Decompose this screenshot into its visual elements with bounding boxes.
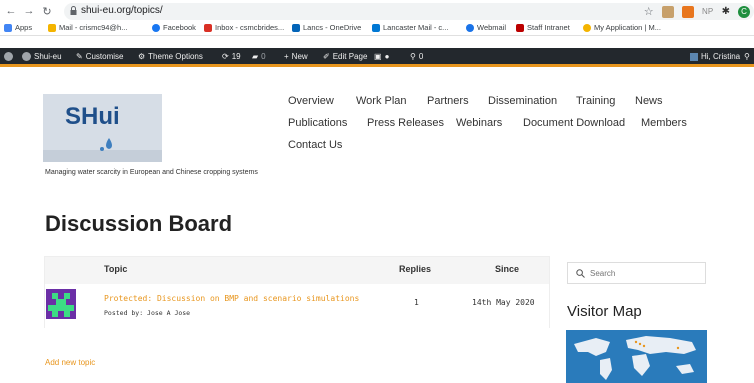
forward-icon[interactable]: → — [22, 4, 36, 18]
wp-user-menu[interactable]: Hi, Cristina — [690, 52, 740, 61]
header-topic: Topic — [104, 264, 128, 274]
url-text: shui-eu.org/topics/ — [81, 5, 163, 16]
bookmark-mail[interactable]: Mail - crismc94@h... — [48, 23, 127, 32]
browser-toolbar: ← → ↻ shui-eu.org/topics/ ☆ NP ✱ C — [0, 0, 754, 22]
back-icon[interactable]: ← — [4, 4, 18, 18]
nav-publications[interactable]: Publications — [288, 117, 347, 129]
plugin-icon: ▣ — [374, 52, 382, 61]
wp-counter[interactable]: ⚲ 0 — [410, 52, 423, 61]
bookmark-inbox[interactable]: Inbox - csmcbrides... — [204, 23, 284, 32]
extension-icon[interactable] — [681, 5, 694, 18]
search-input[interactable] — [590, 266, 700, 281]
gmail-icon — [204, 23, 212, 32]
person-icon: ⚲ — [410, 52, 416, 61]
user-avatar — [690, 52, 698, 61]
header-replies: Replies — [399, 264, 432, 274]
apps-icon — [4, 23, 12, 32]
visitor-map-title: Visitor Map — [567, 303, 642, 320]
user-avatar[interactable] — [46, 289, 76, 319]
address-bar[interactable]: shui-eu.org/topics/ ☆ NP ✱ C — [64, 3, 754, 20]
world-map-graphic — [566, 330, 707, 383]
search-icon — [576, 269, 585, 278]
replies-count: 1 — [414, 298, 419, 307]
bookmark-apps[interactable]: Apps — [4, 23, 32, 32]
reload-icon[interactable]: ↻ — [40, 4, 54, 18]
search-box[interactable] — [567, 262, 706, 284]
wp-icon — [4, 52, 13, 61]
topic-link[interactable]: Protected: Discussion on BMP and scenari… — [104, 294, 359, 303]
since-date: 14th May 2020 — [472, 298, 535, 307]
bookmark-my-application[interactable]: My Application | M... — [583, 23, 661, 32]
facebook-icon — [152, 23, 160, 32]
outlook-icon — [372, 23, 380, 32]
page-title: Discussion Board — [45, 211, 233, 236]
wp-comments[interactable]: ▰ 0 — [252, 52, 266, 61]
nav-overview[interactable]: Overview — [288, 95, 334, 107]
wp-admin-bar: Shui-eu ✎ Customise ⚙ Theme Options ⟳ 19 ▰ 0… — [0, 48, 754, 67]
bookmarks-bar: Apps Mail - crismc94@h... Facebook Inbox… — [0, 22, 754, 36]
bookmark-facebook[interactable]: Facebook — [152, 23, 196, 32]
wp-edit-page[interactable]: ✐ Edit Page — [323, 52, 367, 61]
dashboard-icon — [22, 52, 31, 61]
nav-news[interactable]: News — [635, 95, 663, 107]
search-icon[interactable]: ⚲ — [744, 52, 750, 61]
topics-table: Topic Replies Since Protected: Discussio… — [44, 256, 550, 328]
posted-by: Posted by: Jose A Jose — [104, 309, 191, 317]
puzzle-icon[interactable]: ✱ — [722, 6, 730, 17]
nav-press-releases[interactable]: Press Releases — [367, 117, 444, 129]
bookmark-staff-intranet[interactable]: Staff Intranet — [516, 23, 570, 32]
add-new-topic-link[interactable]: Add new topic — [45, 358, 95, 367]
profile-avatar[interactable]: C — [738, 5, 750, 18]
wp-updates[interactable]: ⟳ 19 — [222, 52, 241, 61]
wp-plugin-icons[interactable]: ▣ ● — [374, 52, 389, 61]
gear-icon: ⚙ — [138, 52, 146, 61]
wp-theme-options[interactable]: ⚙ Theme Options — [138, 52, 203, 61]
nav-members[interactable]: Members — [641, 117, 687, 129]
visitor-map[interactable] — [566, 330, 707, 383]
webmail-icon — [466, 23, 474, 32]
nav-dissemination[interactable]: Dissemination — [488, 95, 557, 107]
dot-icon: ● — [384, 52, 390, 61]
plus-icon: + — [284, 52, 289, 61]
np-extension-icon[interactable]: NP — [702, 6, 714, 18]
svg-text:SHui: SHui — [65, 103, 120, 130]
nav-contact-us[interactable]: Contact Us — [288, 139, 342, 151]
nav-webinars[interactable]: Webinars — [456, 117, 502, 129]
wp-new[interactable]: + New — [284, 52, 308, 61]
mail-icon — [48, 23, 56, 32]
nav-work-plan[interactable]: Work Plan — [356, 95, 407, 107]
bookmark-onedrive[interactable]: Lancs - OneDrive — [292, 23, 361, 32]
brush-icon: ✎ — [76, 52, 83, 61]
nav-document-download[interactable]: Document Download — [523, 117, 625, 129]
nav-training[interactable]: Training — [576, 95, 615, 107]
application-icon — [583, 23, 591, 32]
site-tagline: Managing water scarcity in European and … — [45, 169, 258, 176]
updates-icon: ⟳ — [222, 52, 229, 61]
table-header: Topic Replies Since — [45, 257, 549, 284]
star-icon[interactable]: ☆ — [644, 5, 654, 18]
header-since: Since — [495, 264, 520, 274]
wp-customise[interactable]: ✎ Customise — [76, 52, 124, 61]
lock-icon — [70, 6, 77, 15]
site-logo[interactable]: SHui — [43, 94, 162, 162]
onedrive-icon — [292, 23, 300, 32]
intranet-icon — [516, 23, 524, 32]
bookmark-lancaster-mail[interactable]: Lancaster Mail - c... — [372, 23, 448, 32]
comment-icon: ▰ — [252, 52, 259, 61]
nav-partners[interactable]: Partners — [427, 95, 469, 107]
shui-logo-graphic: SHui — [43, 94, 162, 162]
extension-icon[interactable] — [661, 5, 674, 18]
wp-site-link[interactable]: Shui-eu — [22, 52, 62, 61]
extension-icons: ☆ NP ✱ C — [644, 5, 750, 18]
wordpress-logo-icon[interactable] — [4, 52, 13, 61]
pencil-icon: ✐ — [323, 52, 330, 61]
bookmark-webmail[interactable]: Webmail — [466, 23, 506, 32]
